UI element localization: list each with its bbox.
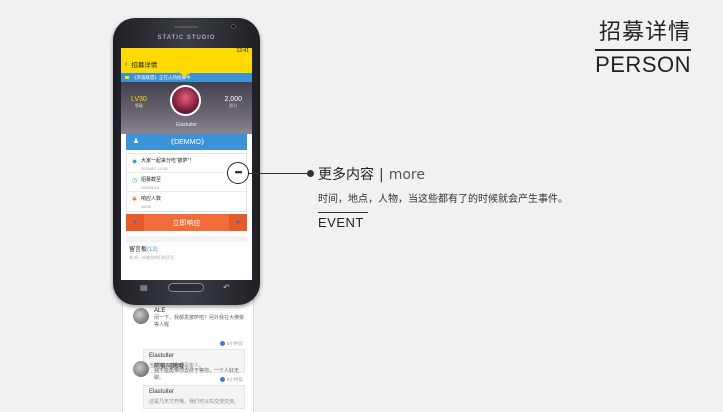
group-name: 《DEMMO》 — [167, 139, 208, 146]
group-row[interactable]: ♟ 《DEMMO》 — [126, 134, 247, 150]
right-bullet-icon: ● — [229, 214, 247, 231]
runner-icon: ✱ — [131, 197, 138, 203]
clock-icon — [219, 377, 225, 383]
megaphone-icon — [125, 76, 129, 79]
page-heading: 招募详情 PERSON — [595, 14, 691, 78]
event-info-list: ◆ 大家一起来分吃“披萨”！ 2015/8/7 12:30 ◷ 招募截至 201… — [126, 153, 247, 212]
callout-event: EVENT — [318, 215, 364, 230]
points-block: 2,000 积分 — [224, 96, 242, 109]
comment-item: 阿葵阿慈哦 我不能再带你去终于等你，一个人好无聊。 6小时前 Elastuite… — [123, 356, 255, 412]
board-title: 留言板(13) — [129, 247, 158, 253]
user-icon: ♟ — [132, 138, 140, 145]
callout-body: 时间，地点，人物，当这些都有了的时候就会产生事件。 — [318, 194, 568, 205]
more-dots-icon[interactable]: ••• — [227, 162, 249, 184]
heading-title-cn: 招募详情 — [598, 20, 691, 45]
speaker-grille — [174, 26, 198, 28]
menu-icon[interactable]: ▤ — [140, 283, 148, 292]
comment-time: 8小时前 — [219, 341, 243, 347]
callout-heading: 更多内容 | more — [318, 167, 425, 183]
tag-icon: ◆ — [132, 159, 137, 165]
level-label: 等级 — [134, 103, 143, 108]
clock-icon: ◷ — [131, 178, 138, 184]
back-icon[interactable]: ‹ — [125, 61, 127, 68]
phone-brand: STATIC STUDIO — [157, 35, 216, 41]
heading-rule — [595, 49, 691, 51]
comment-author: ALE — [154, 308, 166, 314]
status-time: 12:41 — [236, 48, 249, 54]
avatar — [133, 361, 149, 377]
board-subtitle: 来,听一听哪些你们的声音 — [129, 255, 175, 260]
callout-dot — [307, 170, 314, 177]
comment-time: 6小时前 — [219, 377, 243, 383]
page-title: 招募详情 — [131, 62, 158, 69]
responders-value: 18/30 — [141, 204, 152, 209]
back-nav-icon[interactable]: ↶ — [223, 283, 230, 292]
event-title: 大家一起来分吃“披萨”！ — [141, 158, 195, 164]
list-item[interactable]: ✱ 响应人数 18/30 — [127, 192, 246, 211]
responders-label: 响应人数 — [141, 196, 162, 202]
respond-button[interactable]: ● 立即响应 ● — [126, 214, 247, 231]
heading-title-en: PERSON — [595, 52, 691, 77]
respond-label: 立即响应 — [172, 219, 201, 227]
level-block: LV30 等级 — [131, 96, 147, 109]
left-bullet-icon: ● — [126, 214, 144, 231]
reply-box: Elastuiter 还是几天才开哦，我们可以先交流交流。 — [143, 385, 245, 409]
title-notch — [180, 73, 190, 77]
reply-author: Elastuiter — [149, 389, 175, 395]
callout-rule — [318, 212, 368, 213]
callout-description: 更多内容 | more 时间，地点，人物，当这些都有了的时候就会产生事件。 EVEN… — [318, 164, 568, 230]
points-value: 2,000 — [224, 96, 242, 103]
profile-avatar[interactable] — [170, 85, 201, 116]
reply-text: 还是几天才开哦，我们可以先交流交流。 — [149, 399, 240, 405]
level-value: LV30 — [131, 96, 147, 103]
callout-line — [249, 173, 309, 174]
front-camera — [231, 24, 236, 29]
avatar — [133, 308, 149, 324]
clock-icon — [219, 341, 225, 347]
points-label: 积分 — [229, 103, 238, 108]
profile-header: LV30 等级 2,000 积分 Elastuiter — [121, 82, 252, 134]
comment-text: 闲一下，我都发披萨啦？另外我在大佛旁等人喔 — [154, 315, 245, 328]
comment-item: ALE 闲一下，我都发披萨啦？另外我在大佛旁等人喔 8小时前 Elastuite… — [123, 300, 255, 373]
title-bar: ‹ 招募详情 — [121, 55, 252, 77]
home-button[interactable] — [168, 283, 204, 292]
profile-name: Elastuiter — [176, 122, 197, 128]
status-bar: 12:41 — [121, 48, 252, 55]
deadline-value: 2015/9/18 — [141, 185, 159, 190]
message-board[interactable]: 留言板(13) 来,听一听哪些你们的声音 — [126, 242, 247, 263]
